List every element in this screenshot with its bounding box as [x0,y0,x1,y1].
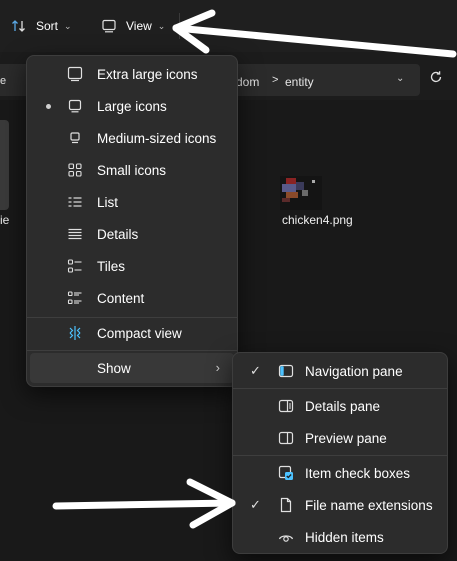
details-pane-icon [277,398,295,414]
toolbar-divider [179,13,180,39]
menu-item-content[interactable]: Content [30,283,234,313]
file-explorer-window: Sort ⌄ View ⌄ … e dom > entity ⌄ ie chic… [0,0,457,561]
menu-item-label: Details [97,227,139,242]
menu-item-label: Large icons [97,99,167,114]
breadcrumb-separator[interactable]: > [272,74,278,86]
menu-item-label: Hidden items [305,530,384,545]
menu-item-item-check-boxes[interactable]: Item check boxes [236,458,444,488]
large-icons-icon [66,98,84,114]
menu-item-label: Tiles [97,259,126,274]
breadcrumb-item[interactable]: dom [236,75,259,89]
menu-item-navigation-pane[interactable]: ✓ Navigation pane [236,356,444,386]
small-icons-icon [66,162,84,178]
menu-item-list[interactable]: List [30,187,234,217]
menu-item-label: Show [97,361,131,376]
checkmark-icon: ✓ [250,363,261,378]
file-thumbnail[interactable] [280,176,322,210]
menu-item-preview-pane[interactable]: Preview pane [236,423,444,453]
menu-item-compact-view[interactable]: Compact view [30,318,234,348]
chevron-down-icon: ⌄ [64,20,72,31]
navigation-pane-icon [277,363,295,379]
menu-item-medium-icons[interactable]: Medium-sized icons [30,123,234,153]
menu-item-label: Details pane [305,399,381,414]
menu-item-label: Extra large icons [97,67,198,82]
breadcrumb-current[interactable]: entity [285,75,314,89]
menu-divider [233,388,447,389]
selected-bullet [46,104,51,109]
sort-label: Sort [36,19,59,33]
item-checkboxes-icon [277,465,295,481]
tiles-icon [66,258,84,274]
menu-item-details-pane[interactable]: Details pane [236,391,444,421]
menu-item-details[interactable]: Details [30,219,234,249]
menu-item-label: Small icons [97,163,167,178]
chevron-down-icon: ⌄ [157,20,166,31]
menu-item-small-icons[interactable]: Small icons [30,155,234,185]
menu-item-label: File name extensions [305,498,433,513]
file-icon [277,497,295,513]
preview-pane-icon [277,430,295,446]
menu-item-label: Compact view [97,326,182,341]
menu-item-file-name-extensions[interactable]: ✓ File name extensions [236,490,444,520]
menu-item-large-icons[interactable]: Large icons [30,91,234,121]
menu-divider [27,350,237,351]
menu-item-label: Content [97,291,145,306]
address-history-dropdown-icon[interactable]: ⌄ [396,73,404,84]
file-name-label: chicken4.png [282,213,353,227]
compact-view-icon [66,325,84,341]
more-options-button[interactable]: … [192,17,207,33]
checkmark-icon: ✓ [250,497,261,512]
menu-item-label: Medium-sized icons [97,131,217,146]
menu-item-hidden-items[interactable]: Hidden items [236,522,444,552]
menu-item-label: Navigation pane [305,364,403,379]
menu-item-tiles[interactable]: Tiles [30,251,234,281]
menu-item-extra-large-icons[interactable]: Extra large icons [30,59,234,89]
view-menu: Extra large icons Large icons Medium-siz… [26,55,238,387]
list-icon [66,194,84,210]
menu-item-show[interactable]: Show › [30,353,234,383]
extra-large-icons-icon [66,66,84,82]
medium-icons-icon [66,130,84,146]
sort-icon [10,17,28,35]
command-bar: Sort ⌄ View ⌄ … [0,0,457,52]
file-item-partial[interactable] [0,120,9,210]
menu-item-label: Preview pane [305,431,387,446]
chevron-right-icon: › [215,360,220,375]
view-icon [100,17,118,35]
menu-item-label: Item check boxes [305,466,411,481]
file-item-partial-label: ie [0,213,10,227]
show-submenu: ✓ Navigation pane Details pane Preview p… [232,352,448,554]
sort-button[interactable]: Sort ⌄ [10,14,72,38]
view-label: View [126,19,152,33]
address-partial-text: e [0,75,7,87]
refresh-icon[interactable] [428,69,444,85]
content-icon [66,290,84,306]
eye-icon [277,529,295,545]
menu-divider [233,455,447,456]
details-icon [66,226,84,242]
view-button[interactable]: View ⌄ [100,14,165,38]
menu-item-label: List [97,195,119,210]
